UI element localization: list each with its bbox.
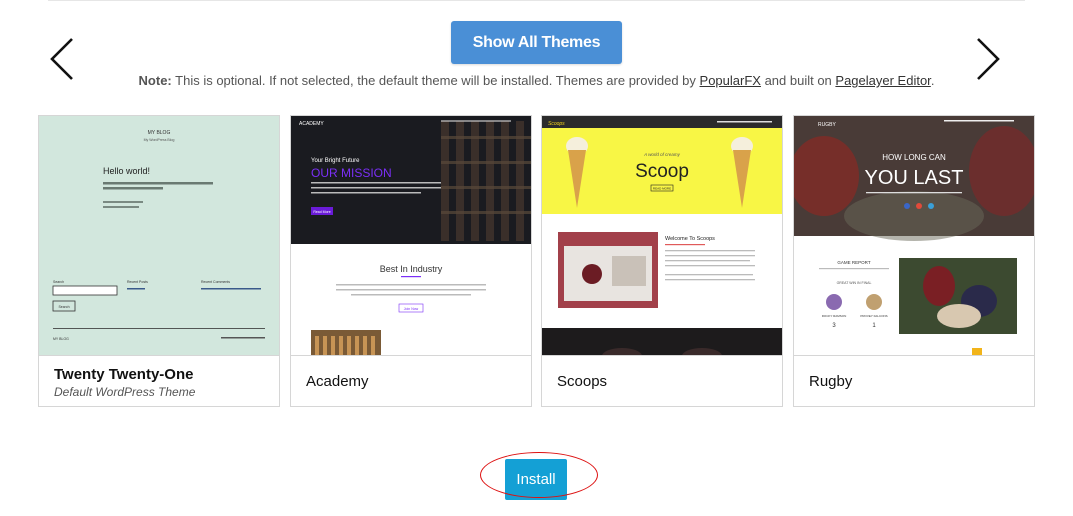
thumb-tagline: My WordPress Blog [144, 138, 175, 142]
thumb-line1: HOW LONG CAN [882, 153, 946, 162]
theme-card-rugby[interactable]: RUGBY HOW LONG CAN YOU LAST GAME REPORT … [793, 115, 1035, 407]
theme-thumbnail: MY BLOG My WordPress Blog Hello world! S… [39, 116, 279, 356]
theme-meta: Twenty Twenty-One Default WordPress Them… [39, 357, 279, 406]
thumb-team2: PROVEY FALCONS [860, 314, 887, 318]
thumb-logo: Scoops [548, 121, 565, 127]
install-button[interactable]: Install [505, 459, 567, 500]
note-mid: and built on [760, 73, 836, 88]
theme-thumbnail: Scoops A world of creamy Scoop READ MORE… [542, 116, 782, 356]
theme-name: Twenty Twenty-One [54, 366, 194, 383]
thumb-search-button: Search [58, 305, 69, 309]
theme-meta: Academy [291, 357, 531, 406]
theme-name: Academy [306, 373, 369, 390]
thumb-sub: GREAT WIN IN FINAL [837, 281, 872, 285]
thumb-recent-posts: Recent Posts [127, 280, 148, 284]
thumb-logo: RUGBY [818, 122, 836, 128]
thumb-report: GAME REPORT [837, 260, 870, 265]
note-text: Note: This is optional. If not selected,… [0, 73, 1073, 88]
thumb-score1: 3 [832, 323, 836, 329]
thumb-site-title: MY BLOG [148, 130, 171, 136]
thumb-line2: YOU LAST [865, 167, 964, 189]
note-suffix: . [930, 73, 935, 88]
theme-subtitle: Default WordPress Theme [54, 385, 196, 399]
pagelayer-link[interactable]: Pagelayer Editor [835, 73, 930, 88]
thumb-kicker: Your Bright Future [311, 158, 360, 164]
note-prefix: Note: [138, 73, 172, 88]
thumb-heading: Hello world! [103, 166, 150, 176]
thumb-button: Read More [313, 210, 330, 214]
thumb-footer-left: MY BLOG [53, 337, 69, 341]
top-divider [48, 0, 1025, 1]
theme-card-twenty-twenty-one[interactable]: MY BLOG My WordPress Blog Hello world! S… [38, 115, 280, 407]
theme-name: Rugby [809, 373, 853, 390]
theme-meta: Scoops [542, 357, 782, 406]
theme-thumbnail: ACADEMY Your Bright Future OUR MISSION R… [291, 116, 531, 356]
show-all-themes-button[interactable]: Show All Themes [451, 21, 622, 64]
thumb-recent-comments: Recent Comments [201, 280, 230, 284]
thumb-title: Scoop [635, 161, 689, 182]
note-body: This is optional. If not selected, the d… [171, 73, 700, 88]
thumb-welcome: Welcome To Scoops [665, 236, 715, 242]
thumb-logo: ACADEMY [299, 121, 324, 127]
thumb-script: A world of creamy [643, 152, 681, 157]
thumb-score2: 1 [872, 323, 876, 329]
theme-card-scoops[interactable]: Scoops A world of creamy Scoop READ MORE… [541, 115, 783, 407]
install-area: Install [480, 452, 598, 500]
thumb-section-button: Join Now [404, 307, 419, 311]
thumb-team1: ROCKY RAMSON [822, 314, 847, 318]
theme-card-academy[interactable]: ACADEMY Your Bright Future OUR MISSION R… [290, 115, 532, 407]
thumb-search-label: Search [53, 280, 64, 284]
theme-meta: Rugby [794, 357, 1034, 406]
theme-thumbnail: RUGBY HOW LONG CAN YOU LAST GAME REPORT … [794, 116, 1034, 356]
thumb-headline: OUR MISSION [311, 166, 392, 180]
thumb-button: READ MORE [653, 187, 671, 191]
thumb-section: Best In Industry [380, 264, 443, 274]
theme-name: Scoops [557, 373, 608, 390]
popularfx-link[interactable]: PopularFX [700, 73, 761, 88]
